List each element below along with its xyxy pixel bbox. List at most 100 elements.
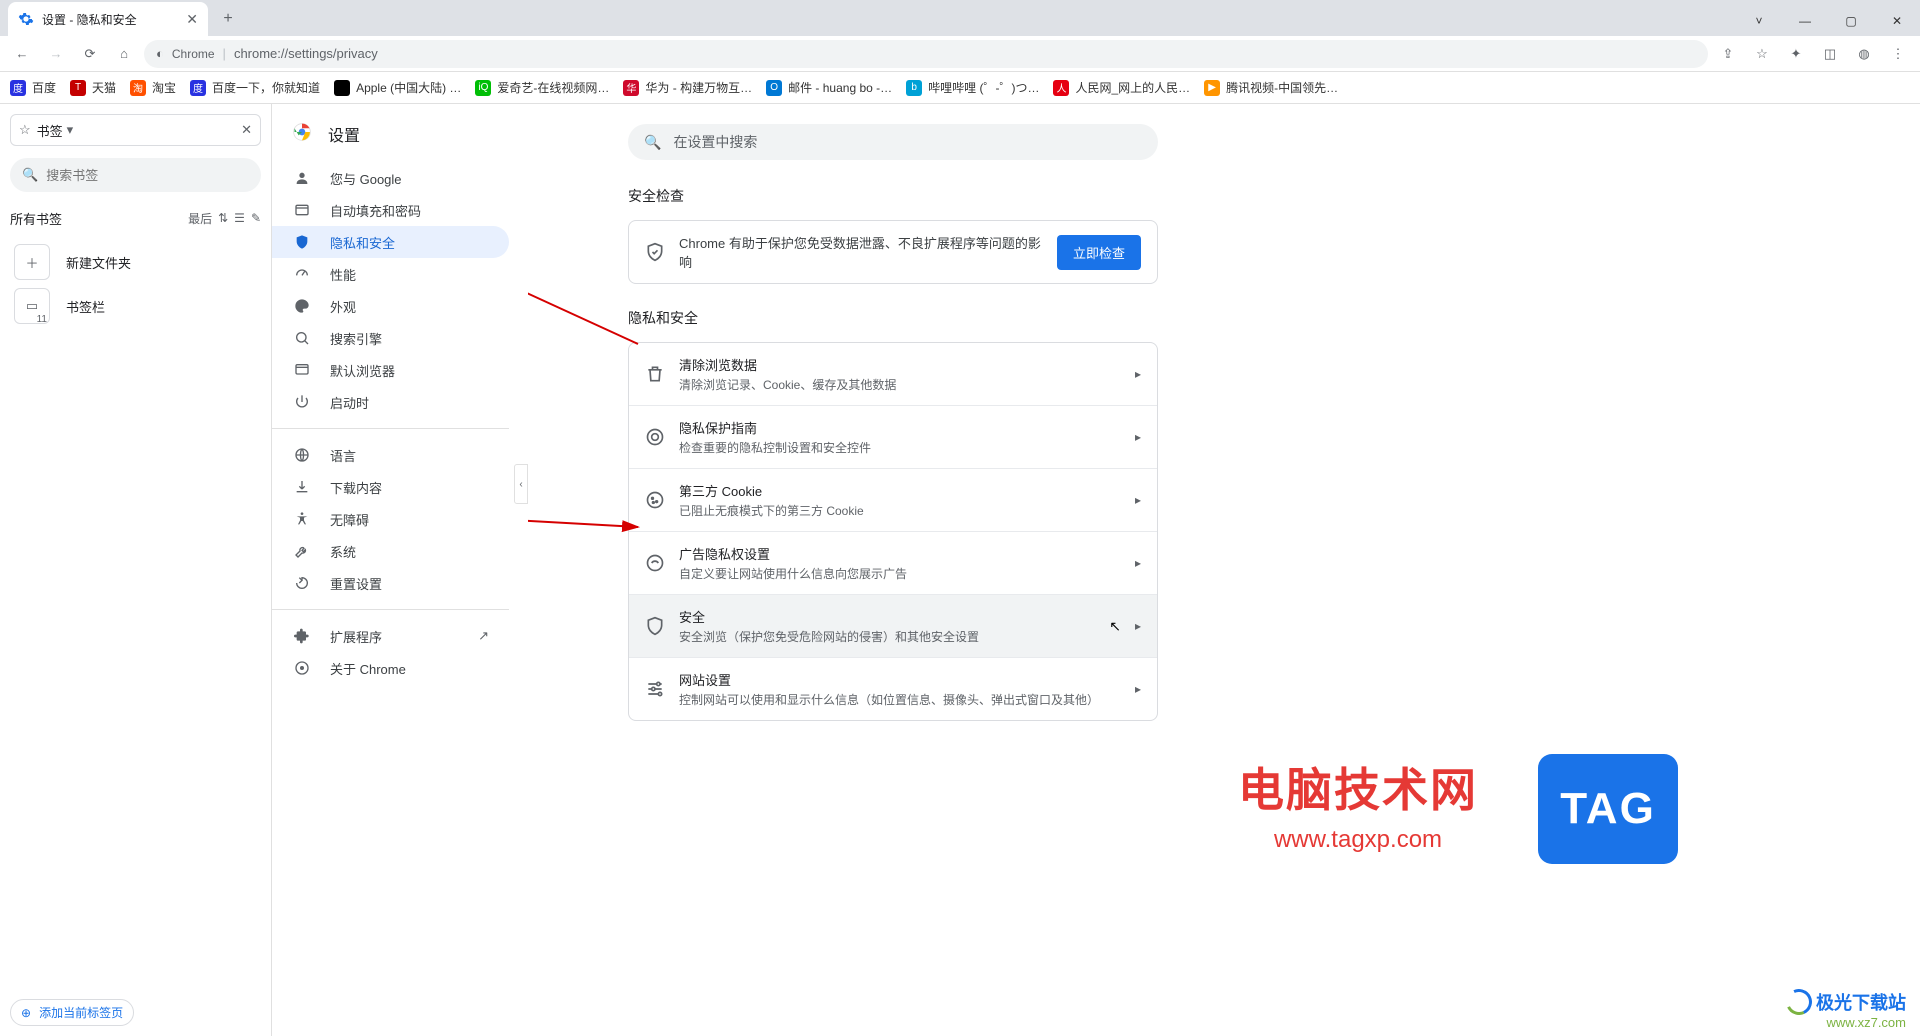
privacy-card: 清除浏览数据清除浏览记录、Cookie、缓存及其他数据 ▸ 隐私保护指南检查重要… [628, 342, 1158, 721]
nav-item-palette[interactable]: 外观 [272, 290, 509, 322]
bookmarks-search[interactable]: 🔍 [10, 158, 261, 192]
bookmark-item[interactable]: iQ爱奇艺-在线视频网… [475, 79, 609, 96]
profile-icon[interactable]: ◍ [1850, 40, 1878, 68]
plus-circle-icon: ⊕ [21, 1006, 31, 1020]
nav-item-reset[interactable]: 重置设置 [272, 567, 509, 599]
side-panel-icon[interactable]: ◫ [1816, 40, 1844, 68]
filter-icon[interactable]: ⇅ [218, 211, 228, 225]
home-button[interactable]: ⌂ [110, 40, 138, 68]
bookmark-item[interactable]: Apple (中国大陆) … [334, 79, 461, 96]
bookmark-item[interactable]: ▶腾讯视频-中国领先… [1204, 79, 1338, 96]
bookmark-item[interactable]: 度百度 [10, 79, 56, 96]
bookmark-bar-folder[interactable]: ▭11 书签栏 [10, 284, 261, 328]
favicon-icon: ▶ [1204, 80, 1220, 96]
close-window-button[interactable]: ✕ [1874, 6, 1920, 36]
reload-button[interactable]: ⟳ [76, 40, 104, 68]
search-icon [292, 330, 312, 346]
nav-item-person[interactable]: 您与 Google [272, 162, 509, 194]
browser-tab[interactable]: 设置 - 隐私和安全 ✕ [8, 2, 208, 36]
privacy-row-security[interactable]: 安全安全浏览（保护您免受危险网站的侵害）和其他安全设置 ↖ ▸ [629, 594, 1157, 657]
watermark-tagxp: 电脑技术网 www.tagxp.com [1238, 754, 1478, 854]
favicon-icon: b [906, 80, 922, 96]
minimize-button[interactable]: — [1782, 6, 1828, 36]
bookmark-item[interactable]: b哔哩哔哩 (゜-゜)つ… [906, 79, 1039, 96]
privacy-row-tune[interactable]: 网站设置控制网站可以使用和显示什么信息（如位置信息、摄像头、弹出式窗口及其他） … [629, 657, 1157, 720]
nav-item-browser[interactable]: 默认浏览器 [272, 354, 509, 386]
forward-button[interactable]: → [42, 40, 70, 68]
close-tab-icon[interactable]: ✕ [186, 11, 198, 28]
nav-item-shield[interactable]: 隐私和安全 [272, 226, 509, 258]
bookmarks-search-input[interactable] [46, 168, 249, 183]
nav-item-download[interactable]: 下载内容 [272, 471, 509, 503]
watermark-xz7: 极光下载站 www.xz7.com [1786, 989, 1906, 1030]
settings-search[interactable]: 🔍 在设置中搜索 [628, 124, 1158, 160]
window-controls: ˅ — ▢ ✕ [1736, 6, 1920, 36]
all-bookmarks-label[interactable]: 所有书签 [10, 209, 62, 228]
wrench-icon [292, 543, 312, 559]
nav-item-autofill[interactable]: 自动填充和密码 [272, 194, 509, 226]
bookmark-item[interactable]: 人人民网_网上的人民… [1053, 79, 1190, 96]
window-titlebar: 设置 - 隐私和安全 ✕ + ˅ — ▢ ✕ [0, 0, 1920, 36]
privacy-row-cookie[interactable]: 第三方 Cookie已阻止无痕模式下的第三方 Cookie ▸ [629, 468, 1157, 531]
bookmark-item[interactable]: T天猫 [70, 79, 116, 96]
privacy-row-ads[interactable]: 广告隐私权设置自定义要让网站使用什么信息向您展示广告 ▸ [629, 531, 1157, 594]
back-button[interactable]: ← [8, 40, 36, 68]
menu-icon[interactable]: ⋮ [1884, 40, 1912, 68]
edit-icon[interactable]: ✎ [251, 211, 261, 225]
nav-item-speed[interactable]: 性能 [272, 258, 509, 290]
check-now-button[interactable]: 立即检查 [1057, 235, 1141, 270]
new-folder-button[interactable]: ＋ 新建文件夹 [10, 240, 261, 284]
watermark-tag-badge: TAG [1538, 754, 1678, 864]
tune-icon [645, 679, 665, 699]
chevron-right-icon: ▸ [1135, 556, 1141, 570]
nav-separator [272, 428, 509, 429]
nav-item-search[interactable]: 搜索引擎 [272, 322, 509, 354]
bookmarks-bar: 度百度 T天猫淘淘宝度百度一下，你就知道 Apple (中国大陆) … iQ爱奇艺-在… [0, 72, 1920, 104]
url-text: chrome://settings/privacy [234, 46, 378, 61]
new-tab-button[interactable]: + [214, 5, 242, 33]
bookmark-item[interactable]: O邮件 - huang bo -… [766, 79, 892, 96]
bookmark-item[interactable]: 度百度一下，你就知道 [190, 79, 320, 96]
privacy-row-guide[interactable]: 隐私保护指南检查重要的隐私控制设置和安全控件 ▸ [629, 405, 1157, 468]
side-panel-label: 书签 [37, 121, 63, 140]
favicon-icon: O [766, 80, 782, 96]
nav-item-power[interactable]: 启动时 [272, 386, 509, 418]
expand-down-icon[interactable]: ˅ [1736, 6, 1782, 36]
collapse-nav-button[interactable]: ‹ [514, 464, 528, 504]
nav-item-accessibility[interactable]: 无障碍 [272, 503, 509, 535]
browser-toolbar: ← → ⟳ ⌂ ◐ Chrome | chrome://settings/pri… [0, 36, 1920, 72]
person-icon [292, 170, 312, 186]
close-panel-icon[interactable]: ✕ [241, 122, 252, 138]
favicon-icon: 淘 [130, 80, 146, 96]
download-icon [292, 479, 312, 495]
nav-item-globe[interactable]: 语言 [272, 439, 509, 471]
favicon-icon: T [70, 80, 86, 96]
bookmark-item[interactable]: 华华为 - 构建万物互… [623, 79, 752, 96]
shield-icon [292, 234, 312, 250]
privacy-row-trash[interactable]: 清除浏览数据清除浏览记录、Cookie、缓存及其他数据 ▸ [629, 343, 1157, 405]
tab-title: 设置 - 隐私和安全 [42, 11, 178, 28]
trash-icon [645, 364, 665, 384]
bookmark-item[interactable]: 淘淘宝 [130, 79, 176, 96]
sort-label[interactable]: 最后 [188, 210, 212, 227]
favicon-icon: iQ [475, 80, 491, 96]
add-current-tab-button[interactable]: ⊕ 添加当前标签页 [10, 999, 134, 1026]
search-icon: 🔍 [644, 134, 661, 151]
settings-content: 🔍 在设置中搜索 安全检查 Chrome 有助于保护您免受数据泄露、不良扩展程序… [528, 104, 1920, 1036]
maximize-button[interactable]: ▢ [1828, 6, 1874, 36]
settings-title: 设置 [328, 122, 360, 146]
browser-icon [292, 362, 312, 378]
address-bar[interactable]: ◐ Chrome | chrome://settings/privacy [144, 40, 1708, 68]
view-list-icon[interactable]: ☰ [234, 211, 245, 225]
bookmark-star-icon[interactable]: ☆ [1748, 40, 1776, 68]
site-info-icon[interactable]: ◐ [156, 46, 164, 61]
side-panel-selector[interactable]: ☆ 书签 ▾ ✕ [10, 114, 261, 146]
cookie-icon [645, 490, 665, 510]
share-icon[interactable]: ⇪ [1714, 40, 1742, 68]
nav-item-chrome[interactable]: 关于 Chrome [272, 652, 509, 684]
chevron-right-icon: ▸ [1135, 367, 1141, 381]
power-icon [292, 394, 312, 410]
extensions-icon[interactable]: ✦ [1782, 40, 1810, 68]
nav-item-extension[interactable]: 扩展程序↗ [272, 620, 509, 652]
nav-item-wrench[interactable]: 系统 [272, 535, 509, 567]
